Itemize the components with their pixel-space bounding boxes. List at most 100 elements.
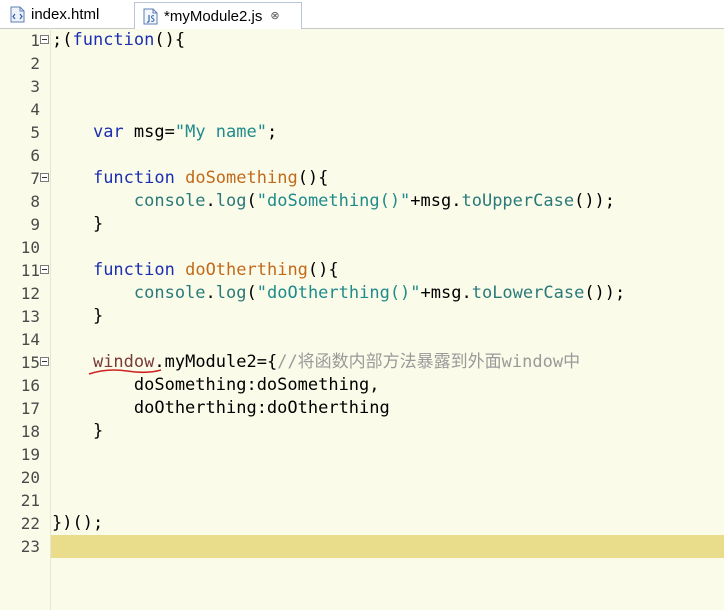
code-token: console bbox=[133, 283, 206, 303]
line-number: 3 bbox=[30, 77, 40, 96]
tab-label: index.html bbox=[31, 6, 100, 23]
code-text: } bbox=[52, 305, 103, 328]
code-token: ( bbox=[246, 283, 257, 303]
code-token: //将函数内部方法暴露到外面window中 bbox=[277, 352, 581, 372]
fold-toggle-icon[interactable] bbox=[40, 265, 49, 274]
fold-toggle-icon[interactable] bbox=[40, 173, 49, 182]
code-line[interactable]: 9 } bbox=[0, 213, 724, 236]
code-line[interactable]: 13 } bbox=[0, 305, 724, 328]
code-line[interactable]: 12 console.log("doOtherthing()"+msg.toLo… bbox=[0, 282, 724, 305]
code-editor[interactable]: 1 ;(function(){2 3 4 5 var msg="My name"; 6 7 … bbox=[0, 28, 724, 610]
line-number: 10 bbox=[20, 238, 40, 257]
line-number: 1 bbox=[30, 31, 40, 50]
code-line[interactable]: 22 })(); bbox=[0, 512, 724, 535]
code-line[interactable]: 23 bbox=[0, 535, 724, 558]
annotation-underline bbox=[88, 369, 162, 375]
code-line[interactable]: 17 doOtherthing:doOtherthing bbox=[0, 397, 724, 420]
code-token: +msg. bbox=[410, 191, 462, 211]
line-number: 14 bbox=[20, 330, 40, 349]
code-text: var msg="My name"; bbox=[52, 121, 277, 144]
code-token: } bbox=[52, 214, 104, 234]
code-line[interactable]: 5 var msg="My name"; bbox=[0, 121, 724, 144]
code-text: function doSomething(){ bbox=[52, 167, 328, 190]
code-token: ()); bbox=[574, 191, 616, 211]
code-line[interactable]: 11 function doOtherthing(){ bbox=[0, 259, 724, 282]
line-number: 19 bbox=[20, 445, 40, 464]
code-text: doSomething:doSomething, bbox=[52, 374, 380, 397]
code-text: console.log("doSomething()"+msg.toUpperC… bbox=[52, 190, 615, 213]
code-line[interactable]: 7 function doSomething(){ bbox=[0, 167, 724, 190]
code-token: ( bbox=[246, 191, 257, 211]
line-number: 20 bbox=[20, 468, 40, 487]
line-number: 12 bbox=[20, 284, 40, 303]
line-number: 5 bbox=[30, 123, 40, 142]
code-line[interactable]: 21 bbox=[0, 489, 724, 512]
code-token: function bbox=[92, 260, 175, 280]
code-text: doOtherthing:doOtherthing bbox=[52, 397, 390, 420]
code-line[interactable]: 20 bbox=[0, 466, 724, 489]
html-file-icon bbox=[10, 6, 25, 23]
code-line[interactable]: 2 bbox=[0, 52, 724, 75]
code-token: doSomething:doSomething, bbox=[52, 375, 380, 395]
tab-label: *myModule2.js bbox=[164, 7, 263, 25]
code-token: toLowerCase bbox=[471, 283, 585, 303]
line-number: 22 bbox=[20, 514, 40, 533]
code-line[interactable]: 1 ;(function(){ bbox=[0, 29, 724, 52]
code-token: "doSomething()" bbox=[256, 191, 411, 211]
tab-mymodule2-js[interactable]: *myModule2.js ⊗ bbox=[134, 2, 302, 29]
current-line-highlight bbox=[51, 535, 724, 558]
code-token: ; bbox=[266, 122, 278, 142]
line-number: 17 bbox=[20, 399, 40, 418]
code-token: .myModule2={ bbox=[154, 352, 278, 372]
code-line[interactable]: 10 bbox=[0, 236, 724, 259]
line-number: 15 bbox=[20, 353, 40, 372]
code-token: (){ bbox=[297, 168, 329, 188]
line-number: 8 bbox=[30, 192, 40, 211]
code-line[interactable]: 18 } bbox=[0, 420, 724, 443]
code-text: } bbox=[52, 420, 103, 443]
line-number: 21 bbox=[20, 491, 40, 510]
code-token: log bbox=[215, 283, 247, 303]
code-token: })(); bbox=[52, 513, 104, 533]
code-token: } bbox=[52, 306, 104, 326]
tab-index-html[interactable]: index.html bbox=[2, 2, 132, 27]
code-line[interactable]: 16 doSomething:doSomething, bbox=[0, 374, 724, 397]
code-token: (){ bbox=[307, 260, 339, 280]
line-number: 4 bbox=[30, 100, 40, 119]
line-number: 7 bbox=[30, 169, 40, 188]
code-line[interactable]: 14 bbox=[0, 328, 724, 351]
code-token: var bbox=[92, 122, 124, 142]
code-token: (){ bbox=[154, 30, 186, 50]
line-number: 6 bbox=[30, 146, 40, 165]
code-token: function bbox=[92, 168, 175, 188]
code-text: function doOtherthing(){ bbox=[52, 259, 339, 282]
fold-toggle-icon[interactable] bbox=[40, 35, 49, 44]
fold-toggle-icon[interactable] bbox=[40, 357, 49, 366]
code-token: msg= bbox=[123, 122, 175, 142]
code-line[interactable]: 4 bbox=[0, 98, 724, 121]
close-icon[interactable]: ⊗ bbox=[270, 10, 279, 22]
line-number: 16 bbox=[20, 376, 40, 395]
code-text: })(); bbox=[52, 512, 103, 535]
code-token: . bbox=[205, 191, 216, 211]
code-text: } bbox=[52, 213, 103, 236]
line-number: 13 bbox=[20, 307, 40, 326]
code-token: console bbox=[133, 191, 206, 211]
code-token: log bbox=[215, 191, 247, 211]
code-line[interactable]: 8 console.log("doSomething()"+msg.toUppe… bbox=[0, 190, 724, 213]
line-number: 2 bbox=[30, 54, 40, 73]
line-number: 23 bbox=[20, 537, 40, 556]
code-line[interactable]: 19 bbox=[0, 443, 724, 466]
code-token: } bbox=[52, 421, 104, 441]
code-token: toUpperCase bbox=[461, 191, 575, 211]
code-line[interactable]: 3 bbox=[0, 75, 724, 98]
code-token: +msg. bbox=[420, 283, 472, 303]
code-line[interactable]: 6 bbox=[0, 144, 724, 167]
code-token: doOtherthing bbox=[185, 260, 308, 280]
